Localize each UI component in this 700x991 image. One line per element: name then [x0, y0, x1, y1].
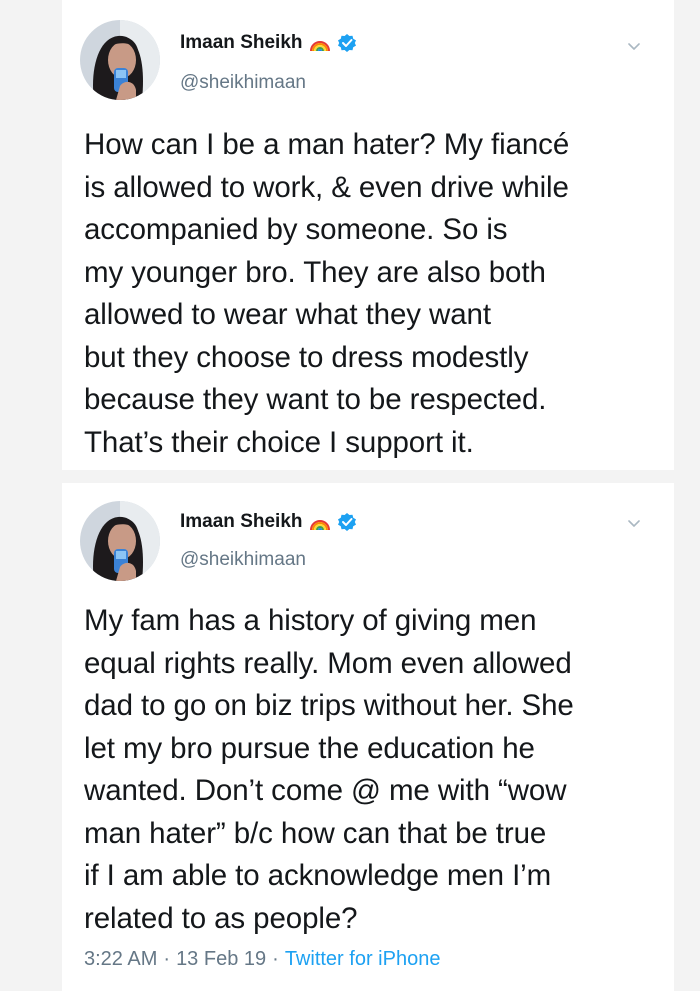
author-name[interactable]: Imaan Sheikh [180, 511, 303, 533]
avatar[interactable] [80, 20, 160, 100]
tweet-card[interactable]: Imaan Sheikh @sheikhimaan My fam has a h… [62, 483, 674, 991]
tweet-card[interactable]: Imaan Sheikh @sheikhimaan How can I be a… [62, 0, 674, 470]
author-row: Imaan Sheikh [180, 511, 357, 533]
tweet-source-link[interactable]: Twitter for iPhone [285, 948, 441, 971]
meta-separator: · [163, 948, 171, 970]
chevron-down-icon[interactable] [624, 36, 644, 56]
verified-badge-icon [337, 34, 356, 52]
author-name[interactable]: Imaan Sheikh [180, 32, 303, 54]
chevron-down-icon[interactable] [624, 513, 644, 533]
tweet-text: How can I be a man hater? My fiancé is a… [84, 128, 570, 459]
author-handle[interactable]: @sheikhimaan [180, 72, 306, 94]
meta-separator: · [272, 948, 279, 970]
avatar-photo [80, 501, 160, 581]
rainbow-icon [309, 520, 330, 531]
avatar-photo [80, 20, 160, 100]
tweet-time[interactable]: 3:22 AM [84, 948, 157, 971]
rainbow-icon [309, 41, 330, 52]
verified-badge-icon [337, 513, 356, 531]
avatar[interactable] [80, 501, 160, 581]
tweet-text: My fam has a history of giving men equal… [84, 604, 574, 935]
tweet-date[interactable]: 13 Feb 19 [176, 948, 266, 971]
author-row: Imaan Sheikh [180, 32, 357, 54]
tweet-meta: 3:22 AM · 13 Feb 19 · Twitter for iPhone [84, 948, 440, 971]
author-handle[interactable]: @sheikhimaan [180, 549, 306, 571]
